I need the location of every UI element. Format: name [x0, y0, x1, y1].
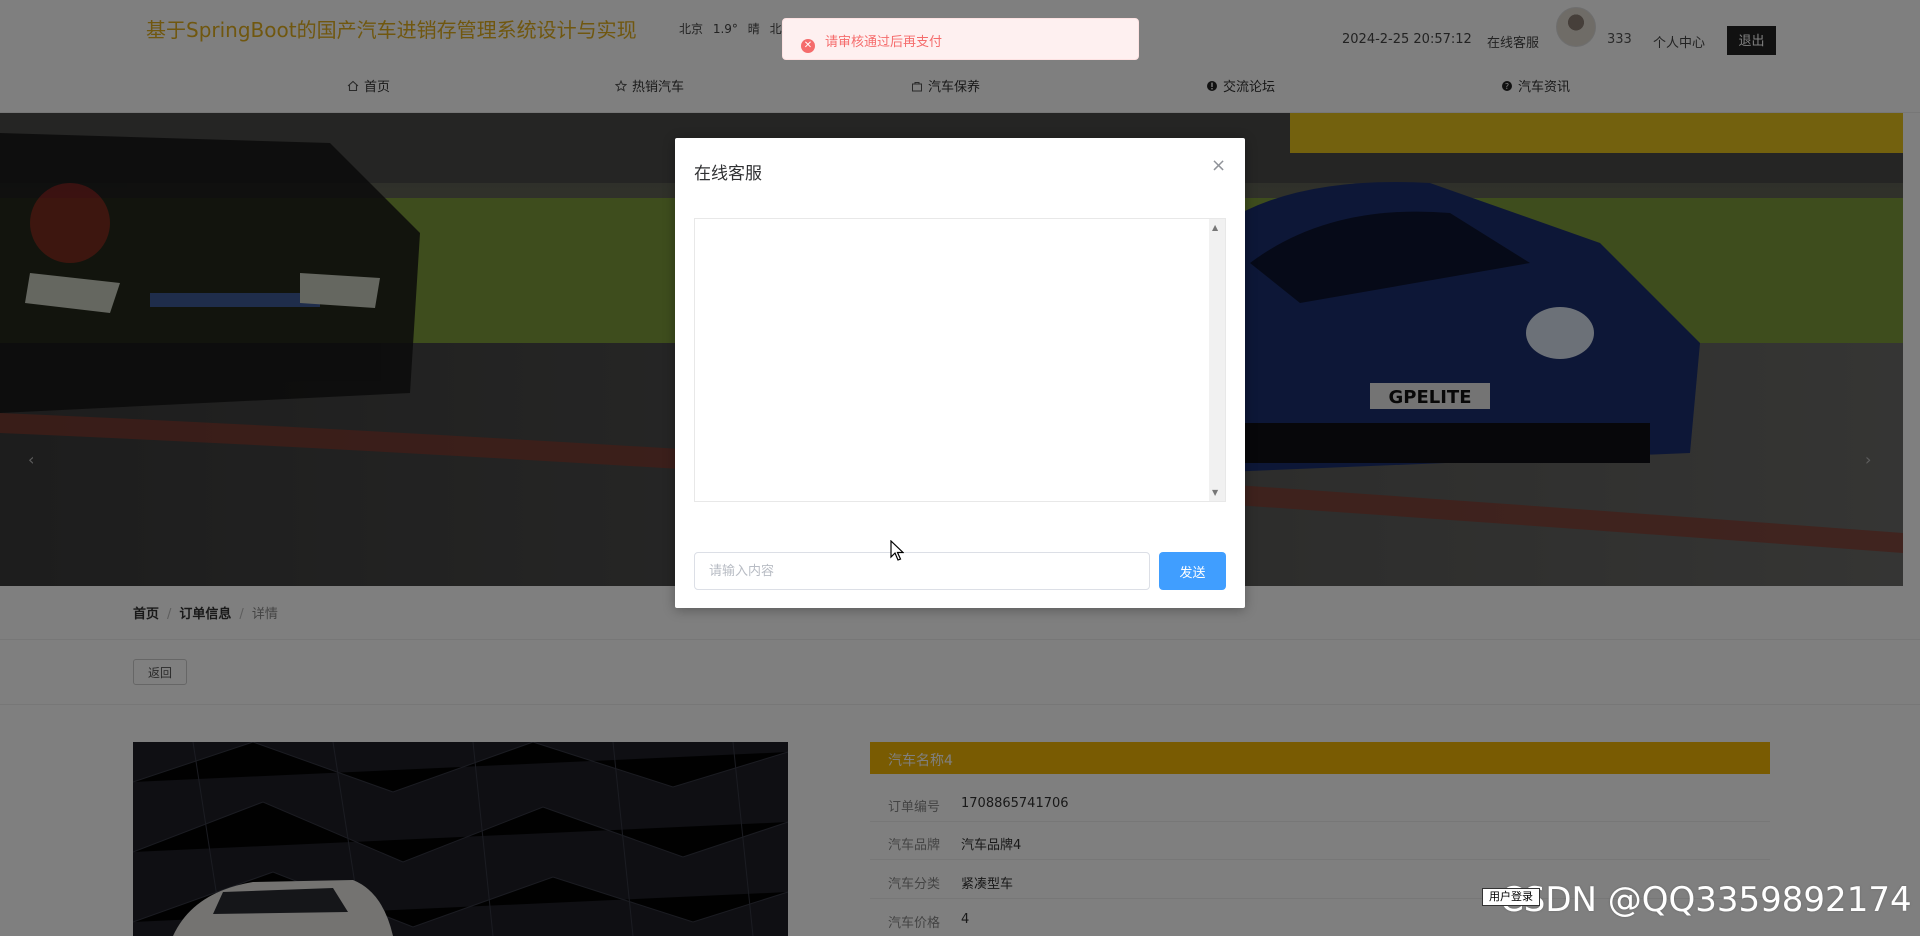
scroll-down-icon[interactable]: ▼ [1212, 488, 1218, 497]
error-icon: ✕ [801, 39, 815, 53]
toast-message: 请审核通过后再支付 [825, 35, 943, 50]
scrollbar[interactable]: ▲ ▼ [1209, 219, 1225, 501]
send-button[interactable]: 发送 [1159, 552, 1226, 590]
dialog-title: 在线客服 [694, 164, 762, 184]
tooltip: 用户登录 [1482, 888, 1540, 906]
chat-input[interactable] [694, 552, 1150, 590]
watermark: CSDN @QQ3359892174 [1500, 880, 1912, 920]
online-service-dialog: 在线客服 × ▲ ▼ 发送 [675, 138, 1245, 608]
mouse-cursor-icon [890, 540, 904, 561]
error-toast: ✕ 请审核通过后再支付 [782, 18, 1139, 60]
scroll-up-icon[interactable]: ▲ [1212, 223, 1218, 232]
close-icon[interactable]: × [1211, 155, 1226, 176]
chat-message-area[interactable]: ▲ ▼ [694, 218, 1226, 502]
